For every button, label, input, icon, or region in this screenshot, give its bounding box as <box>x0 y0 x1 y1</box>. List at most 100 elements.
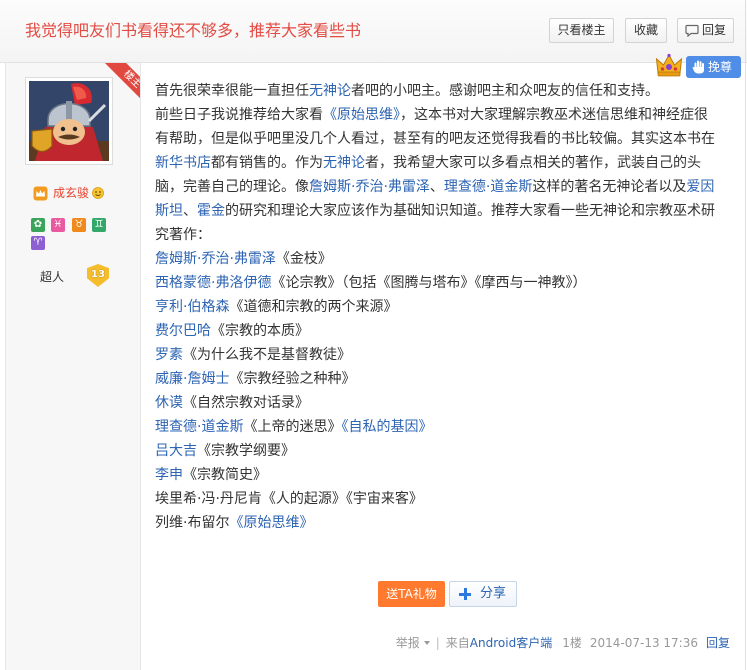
aries-icon[interactable] <box>31 236 45 250</box>
author-name: 列维·布留尔 <box>155 515 230 531</box>
support-button[interactable]: 挽尊 <box>686 56 741 78</box>
book-list-item: 詹姆斯·乔治·弗雷泽《金枝》 <box>155 247 740 271</box>
book-title: 《道德和宗教的两个来源》 <box>229 299 398 315</box>
share-button[interactable]: 分享 <box>449 581 517 607</box>
keyword-link[interactable]: 理查德·道金斯 <box>444 179 532 195</box>
post-line: 前些日子我说推荐给大家看《原始思维》，这本书对大家理解宗教巫术迷信思维和神经症很 <box>155 103 740 127</box>
book-list-item: 埃里希·冯·丹尼肯《人的起源》《宇宙来客》 <box>155 487 740 511</box>
post-text: 者吧的小吧主。感谢吧主和众吧友的信任和支持。 <box>351 83 659 99</box>
book-title: 《为什么我不是基督教徒》 <box>183 347 351 363</box>
source-client-link[interactable]: Android客户端 <box>470 634 552 652</box>
post-text: 有帮助，但是似乎吧里没几个人看过，甚至有的吧友还觉得我看的书比较偏。其实这本书在 <box>155 131 715 147</box>
gemini-icon[interactable] <box>92 218 106 232</box>
favorite-button[interactable]: 收藏 <box>625 18 667 43</box>
keyword-link[interactable]: 无神论 <box>309 83 351 99</box>
member-badge-icon <box>33 186 48 201</box>
username[interactable]: 成玄骏 <box>53 184 89 202</box>
report-link[interactable]: 举报 <box>396 634 420 652</box>
book-list-item: 亨利·伯格森《道德和宗教的两个来源》 <box>155 295 740 319</box>
comment-icon <box>685 24 699 37</box>
post-time: 2014-07-13 17:36 <box>589 636 698 650</box>
support-button-label: 挽尊 <box>708 60 733 74</box>
post-text: 这样的著名无神论者以及 <box>532 179 687 195</box>
post-text: 前些日子我说推荐给大家看 <box>155 107 323 123</box>
book-title: 《宗教学纲要》 <box>197 443 295 459</box>
author-link[interactable]: 费尔巴哈 <box>155 323 211 339</box>
book-entry-text: 埃里希·冯·丹尼肯《人的起源》《宇宙来客》 <box>155 491 423 507</box>
post-footer: 举报 | 来自 Android客户端 1楼 2014-07-13 17:36 回… <box>396 634 730 652</box>
reply-button[interactable]: 回复 <box>677 18 734 43</box>
keyword-link[interactable]: 斯坦 <box>155 203 183 219</box>
book-title: 《金枝》 <box>275 251 332 267</box>
footer-reply-link[interactable]: 回复 <box>706 634 730 652</box>
keyword-link[interactable]: 詹姆斯·乔治·弗雷泽 <box>309 179 430 195</box>
post-text: 者，我希望大家可以多看点相关的著作，武装自己的头 <box>365 155 701 171</box>
level-name: 超人 <box>40 270 65 284</box>
keyword-link[interactable]: 无神论 <box>323 155 365 171</box>
avatar-image <box>29 81 109 161</box>
pisces-icon[interactable] <box>51 218 65 232</box>
book-title: 《宗教经验之种种》 <box>229 371 356 387</box>
post-line: 究著作： <box>155 223 740 247</box>
plus-icon <box>459 588 471 600</box>
smile-emoji-icon <box>92 187 104 199</box>
post-line: 斯坦、霍金的研究和理论大家应该作为基础知识知道。推荐大家看一些无神论和宗教巫术研 <box>155 199 740 223</box>
book-title-link[interactable]: 《自私的基因》 <box>341 419 432 435</box>
book-list-item: 西格蒙德·弗洛伊德《论宗教》（包括《图腾与塔布》《摩西与一神教》） <box>155 271 740 295</box>
taurus-icon[interactable] <box>72 218 86 232</box>
post-line: 脑，完善自己的理论。像詹姆斯·乔治·弗雷泽、理查德·道金斯这样的著名无神论者以及… <box>155 175 740 199</box>
book-list-item: 费尔巴哈《宗教的本质》 <box>155 319 740 343</box>
book-title: 《上帝的迷思》 <box>243 419 342 435</box>
keyword-link[interactable]: 《原始思维》 <box>323 107 400 123</box>
author-link[interactable]: 理查德·道金斯 <box>155 419 243 435</box>
keyword-link[interactable]: 霍金 <box>197 203 225 219</box>
hand-icon <box>692 60 704 74</box>
crown-icon <box>655 53 683 77</box>
post-header: 我觉得吧友们书看得还不够多，推荐大家看些书 只看楼主 收藏 回复 <box>0 0 747 63</box>
page-border <box>745 0 746 670</box>
author-link[interactable]: 詹姆斯·乔治·弗雷泽 <box>155 251 276 267</box>
post-line: 首先很荣幸很能一直担任无神论者吧的小吧主。感谢吧主和众吧友的信任和支持。 <box>155 79 740 103</box>
post-line: 有帮助，但是似乎吧里没几个人看过，甚至有的吧友还觉得我看的书比较偏。其实这本书在 <box>155 127 740 151</box>
post-text: 、 <box>183 203 197 219</box>
share-button-label: 分享 <box>480 586 507 601</box>
book-list-item: 列维·布留尔《原始思维》 <box>155 511 740 535</box>
author-link[interactable]: 吕大吉 <box>155 443 197 459</box>
book-title-link[interactable]: 《原始思维》 <box>229 515 313 531</box>
author-link[interactable]: 李申 <box>155 467 183 483</box>
footer-separator: | <box>435 636 440 650</box>
reply-button-label: 回复 <box>702 23 727 37</box>
post-text: 都有销售的。作为 <box>211 155 323 171</box>
book-list-item: 休谟《自然宗教对话录》 <box>155 391 740 415</box>
caret-down-icon[interactable] <box>423 641 430 645</box>
post-text: 的研究和理论大家应该作为基础知识知道。推荐大家看一些无神论和宗教巫术研 <box>225 203 715 219</box>
floor-number: 1楼 <box>562 636 582 650</box>
send-gift-button[interactable]: 送TA礼物 <box>378 581 445 607</box>
thread-title: 我觉得吧友们书看得还不够多，推荐大家看些书 <box>25 21 362 40</box>
author-link[interactable]: 西格蒙德·弗洛伊德 <box>155 275 271 291</box>
book-list-item: 吕大吉《宗教学纲要》 <box>155 439 740 463</box>
book-list-item: 李申《宗教简史》 <box>155 463 740 487</box>
book-title: 《自然宗教对话录》 <box>183 395 309 411</box>
only-author-button[interactable]: 只看楼主 <box>549 18 614 43</box>
author-link[interactable]: 罗素 <box>155 347 183 363</box>
source-prefix: 来自 <box>445 636 470 650</box>
flower-badge-icon[interactable] <box>31 218 45 232</box>
book-list-item: 理查德·道金斯《上帝的迷思》《自私的基因》 <box>155 415 740 439</box>
book-list-item: 威廉·詹姆士《宗教经验之种种》 <box>155 367 740 391</box>
post-text: 究著作： <box>155 227 211 243</box>
book-title: 《宗教的本质》 <box>211 323 309 339</box>
keyword-link[interactable]: 新华书店 <box>155 155 211 171</box>
author-link[interactable]: 亨利·伯格森 <box>155 299 229 315</box>
post-content: 首先很荣幸很能一直担任无神论者吧的小吧主。感谢吧主和众吧友的信任和支持。 前些日… <box>155 79 740 535</box>
post-text: 脑，完善自己的理论。像 <box>155 179 309 195</box>
post-text: 首先很荣幸很能一直担任 <box>155 83 309 99</box>
avatar[interactable] <box>25 77 113 165</box>
post-text: ，这本书对大家理解宗教巫术迷信思维和神经症很 <box>400 107 708 123</box>
post-line: 新华书店都有销售的。作为无神论者，我希望大家可以多看点相关的著作，武装自己的头 <box>155 151 740 175</box>
author-link[interactable]: 休谟 <box>155 395 183 411</box>
post-text: 、 <box>429 179 444 195</box>
book-title: 《论宗教》（包括《图腾与塔布》《摩西与一神教》） <box>271 275 587 291</box>
author-link[interactable]: 威廉·詹姆士 <box>155 371 229 387</box>
keyword-link[interactable]: 爱因 <box>686 179 714 195</box>
